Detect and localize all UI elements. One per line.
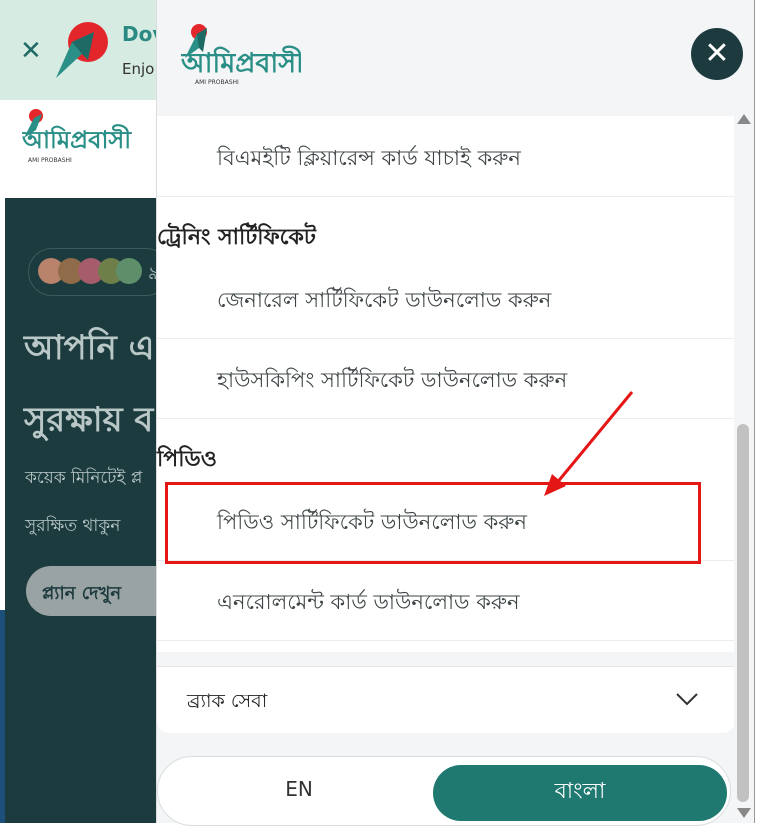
annotation-arrow-icon (544, 391, 634, 496)
scroll-down-icon[interactable] (737, 808, 751, 818)
scrollbar-thumb[interactable] (737, 424, 749, 802)
scroll-up-icon[interactable] (737, 114, 751, 124)
